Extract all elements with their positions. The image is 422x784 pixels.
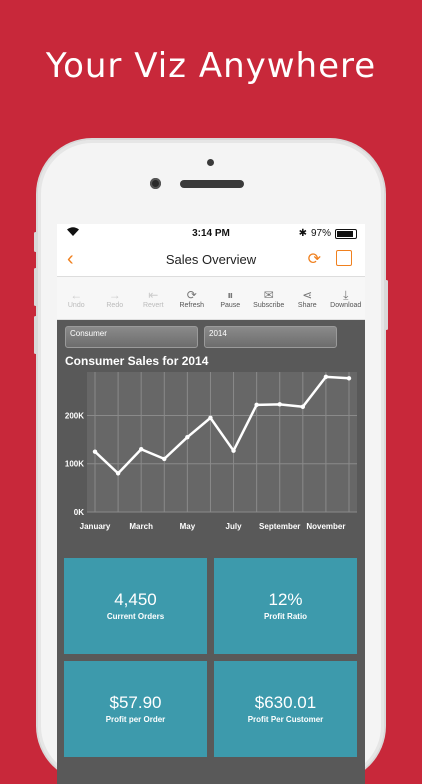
y-tick-label: 200K <box>65 411 84 420</box>
chart-title: Consumer Sales for 2014 <box>65 354 209 368</box>
x-tick-label: July <box>226 522 243 531</box>
subscribe-icon: ✉ <box>263 287 274 302</box>
x-tick-label: September <box>259 522 300 531</box>
toolbar-label: Refresh <box>179 301 204 309</box>
y-tick-label: 100K <box>65 460 84 469</box>
x-tick-label: March <box>129 522 153 531</box>
bluetooth-icon: ✱ <box>298 228 307 239</box>
toolbar-download-button[interactable]: ⤓ Download <box>327 277 366 319</box>
data-point <box>162 456 167 462</box>
year-filter[interactable]: 2014 <box>204 326 337 348</box>
kpi-profit-per-customer[interactable]: $630.01 Profit Per Customer <box>214 661 357 757</box>
kpi-profit-ratio[interactable]: 12% Profit Ratio <box>214 558 357 654</box>
front-camera <box>150 178 161 189</box>
kpi-value: $57.90 <box>109 693 162 712</box>
undo-icon: ← <box>70 287 83 302</box>
data-point <box>254 402 259 408</box>
toolbar-label: Redo <box>106 301 124 309</box>
earpiece <box>180 180 244 188</box>
plot-area <box>87 372 357 512</box>
revert-icon: ⇤ <box>148 287 159 302</box>
y-tick-label: 0K <box>74 508 84 517</box>
mute-switch <box>34 232 37 252</box>
power-button <box>385 280 388 330</box>
data-point <box>185 434 190 440</box>
data-point <box>277 402 282 407</box>
kpi-label: Current Orders <box>106 612 165 621</box>
data-point <box>346 376 352 381</box>
toolbar-redo-button[interactable]: → Redo <box>96 277 135 319</box>
x-tick-label: January <box>80 522 111 531</box>
data-point <box>208 415 213 421</box>
toolbar-refresh-button[interactable]: ⟳ Refresh <box>173 277 212 319</box>
x-tick-label: November <box>306 522 345 531</box>
nav-bar: ‹ Sales Overview ⟳ <box>57 242 365 277</box>
toolbar-label: Pause <box>220 301 241 309</box>
data-point <box>92 449 98 454</box>
refresh-icon[interactable]: ⟳ <box>308 249 321 269</box>
status-bar: 3:14 PM ✱ 97% <box>57 224 365 242</box>
kpi-label: Profit per Order <box>105 715 166 724</box>
pause-icon: ⏸ <box>227 287 234 302</box>
data-point <box>138 447 144 452</box>
kpi-current-orders[interactable]: 4,450 Current Orders <box>64 558 207 654</box>
dashboard-icon[interactable] <box>336 250 352 266</box>
toolbar-undo-button[interactable]: ← Undo <box>57 277 96 319</box>
toolbar-label: Download <box>330 301 362 309</box>
battery-percent: 97% <box>310 228 331 239</box>
kpi-value: 12% <box>268 590 303 609</box>
refresh-icon: ⟳ <box>186 287 197 302</box>
toolbar-label: Revert <box>142 301 164 309</box>
toolbar-share-button[interactable]: ⋖ Share <box>288 277 327 319</box>
volume-up-button <box>34 268 37 306</box>
battery-icon <box>335 228 357 239</box>
kpi-value: 4,450 <box>114 590 157 609</box>
toolbar: ← Undo → Redo ⇤ Revert ⟳ Refresh ⏸ Pause ✉ Subscrib… <box>57 277 365 320</box>
viz-area: Consumer 2014 Consumer Sales for 2014 0K… <box>57 320 365 784</box>
data-point <box>231 448 236 453</box>
share-icon: ⋖ <box>302 287 313 302</box>
headline: Your Viz Anywhere <box>45 46 377 86</box>
kpi-profit-per-order[interactable]: $57.90 Profit per Order <box>64 661 207 757</box>
kpi-label: Profit Per Customer <box>247 715 324 724</box>
toolbar-label: Subscribe <box>253 301 285 309</box>
toolbar-label: Share <box>297 301 317 309</box>
data-point <box>115 471 121 476</box>
redo-icon: → <box>108 287 121 302</box>
proximity-sensor <box>207 159 214 166</box>
filters: Consumer 2014 <box>57 320 365 348</box>
download-icon: ⤓ <box>343 287 349 302</box>
toolbar-label: Undo <box>67 301 85 309</box>
data-point <box>300 404 306 409</box>
toolbar-pause-button[interactable]: ⏸ Pause <box>211 277 250 319</box>
sales-line-chart: 0K 100K 200K January March May July September No… <box>65 372 357 531</box>
screen: 3:14 PM ✱ 97% ‹ Sales Overview ⟳ ← Undo → R… <box>57 224 365 784</box>
toolbar-revert-button[interactable]: ⇤ Revert <box>134 277 173 319</box>
volume-down-button <box>34 316 37 354</box>
kpi-value: $630.01 <box>254 693 317 712</box>
segment-filter[interactable]: Consumer <box>65 326 198 348</box>
data-point <box>323 374 329 380</box>
toolbar-subscribe-button[interactable]: ✉ Subscribe <box>250 277 289 319</box>
x-tick-label: May <box>180 522 196 531</box>
kpi-label: Profit Ratio <box>263 612 308 621</box>
phone-frame: 3:14 PM ✱ 97% ‹ Sales Overview ⟳ ← Undo → R… <box>34 140 388 784</box>
